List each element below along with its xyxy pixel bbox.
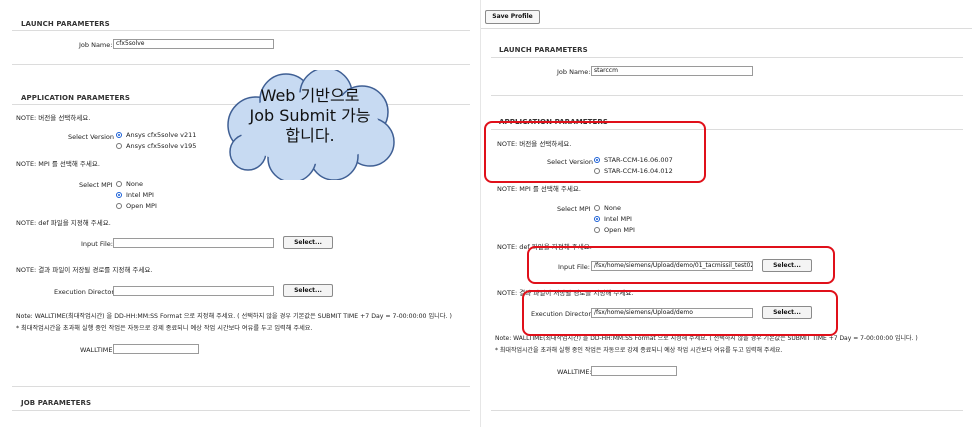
version-highlight-box: [484, 121, 706, 183]
radio-icon[interactable]: [116, 181, 122, 187]
mpi-option-open[interactable]: Open MPI: [594, 226, 635, 234]
version-option-2[interactable]: Ansys cfx5solve v195: [116, 142, 196, 150]
toolbar-divider: [481, 28, 972, 29]
select-mpi-label: Select MPI: [79, 181, 113, 189]
input-file-field[interactable]: [113, 238, 274, 248]
launch-parameters-title: LAUNCH PARAMETERS: [21, 20, 110, 28]
divider: [12, 64, 470, 65]
version-option-label: Ansys cfx5solve v195: [126, 142, 197, 150]
mpi-option-label: Open MPI: [126, 202, 157, 210]
mpi-option-label: None: [126, 180, 143, 188]
execution-directory-highlight-box: [522, 290, 838, 336]
note-select-mpi: NOTE: MPI 를 선택해 주세요.: [16, 160, 100, 168]
save-profile-button[interactable]: Save Profile: [485, 10, 540, 24]
job-name-input[interactable]: cfx5solve: [113, 39, 274, 49]
walltime-field[interactable]: [113, 344, 199, 354]
radio-icon[interactable]: [116, 143, 122, 149]
job-name-input[interactable]: starccm: [591, 66, 753, 76]
walltime-note: Note: WALLTIME(최대작업시간) 을 DD-HH:MM:SS For…: [16, 313, 452, 320]
select-version-label: Select Version: [68, 133, 115, 141]
job-name-label: Job Name:: [79, 41, 113, 49]
divider: [491, 410, 963, 411]
mpi-option-intel[interactable]: Intel MPI: [594, 215, 632, 223]
radio-selected-icon[interactable]: [116, 132, 122, 138]
divider: [12, 30, 470, 31]
input-file-label: Input File:: [81, 240, 113, 248]
mpi-option-none[interactable]: None: [594, 204, 621, 212]
callout-line-2: Job Submit 가능: [249, 106, 371, 125]
callout-line-3: 합니다.: [285, 126, 335, 145]
mpi-option-label: Intel MPI: [604, 215, 632, 223]
divider: [491, 57, 963, 58]
input-file-highlight-box: [527, 246, 835, 284]
job-parameters-title: JOB PARAMETERS: [21, 399, 92, 407]
version-option-label: Ansys cfx5solve v211: [126, 131, 197, 139]
execution-directory-label: Execution Directory:: [54, 288, 120, 296]
right-form-panel: Save Profile LAUNCH PARAMETERS Job Name:…: [480, 0, 972, 427]
note-def-file: NOTE: def 파일을 지정해 주세요.: [16, 219, 111, 227]
select-mpi-label: Select MPI: [557, 205, 591, 213]
note-select-mpi: NOTE: MPI 를 선택해 주세요.: [497, 185, 581, 193]
divider: [12, 386, 470, 387]
note-select-version: NOTE: 버전을 선택하세요.: [16, 114, 91, 122]
version-option-1[interactable]: Ansys cfx5solve v211: [116, 131, 196, 139]
mpi-option-label: Intel MPI: [126, 191, 154, 199]
mpi-option-label: Open MPI: [604, 226, 635, 234]
divider: [12, 410, 470, 411]
walltime-label: WALLTIME:: [557, 368, 592, 376]
input-file-select-button[interactable]: Select...: [283, 236, 333, 249]
panel-gap: [470, 0, 480, 427]
radio-icon[interactable]: [594, 205, 600, 211]
mpi-option-intel[interactable]: Intel MPI: [116, 191, 154, 199]
execution-directory-field[interactable]: [113, 286, 274, 296]
left-form-panel: LAUNCH PARAMETERS Job Name: cfx5solve AP…: [0, 0, 470, 427]
radio-icon[interactable]: [116, 203, 122, 209]
execution-directory-select-button[interactable]: Select...: [283, 284, 333, 297]
radio-selected-icon[interactable]: [594, 216, 600, 222]
mpi-option-label: None: [604, 204, 621, 212]
walltime-field[interactable]: [591, 366, 677, 376]
note-result-path: NOTE: 결과 파일이 저장될 경로를 지정해 주세요.: [16, 266, 153, 274]
job-name-label: Job Name:: [557, 68, 591, 76]
radio-selected-icon[interactable]: [116, 192, 122, 198]
walltime-label: WALLTIME:: [80, 346, 115, 354]
radio-icon[interactable]: [594, 227, 600, 233]
divider: [491, 95, 963, 96]
walltime-warning: * 최대작업시간을 초과해 실행 중인 작업은 자동으로 강제 종료되니 예상 …: [495, 347, 783, 354]
mpi-option-open[interactable]: Open MPI: [116, 202, 157, 210]
callout-line-1: Web 기반으로: [260, 86, 360, 105]
application-parameters-title: APPLICATION PARAMETERS: [21, 94, 131, 102]
walltime-warning: * 최대작업시간을 초과해 실행 중인 작업은 자동으로 강제 종료되니 예상 …: [16, 325, 313, 332]
mpi-option-none[interactable]: None: [116, 180, 143, 188]
launch-parameters-title: LAUNCH PARAMETERS: [499, 46, 588, 54]
